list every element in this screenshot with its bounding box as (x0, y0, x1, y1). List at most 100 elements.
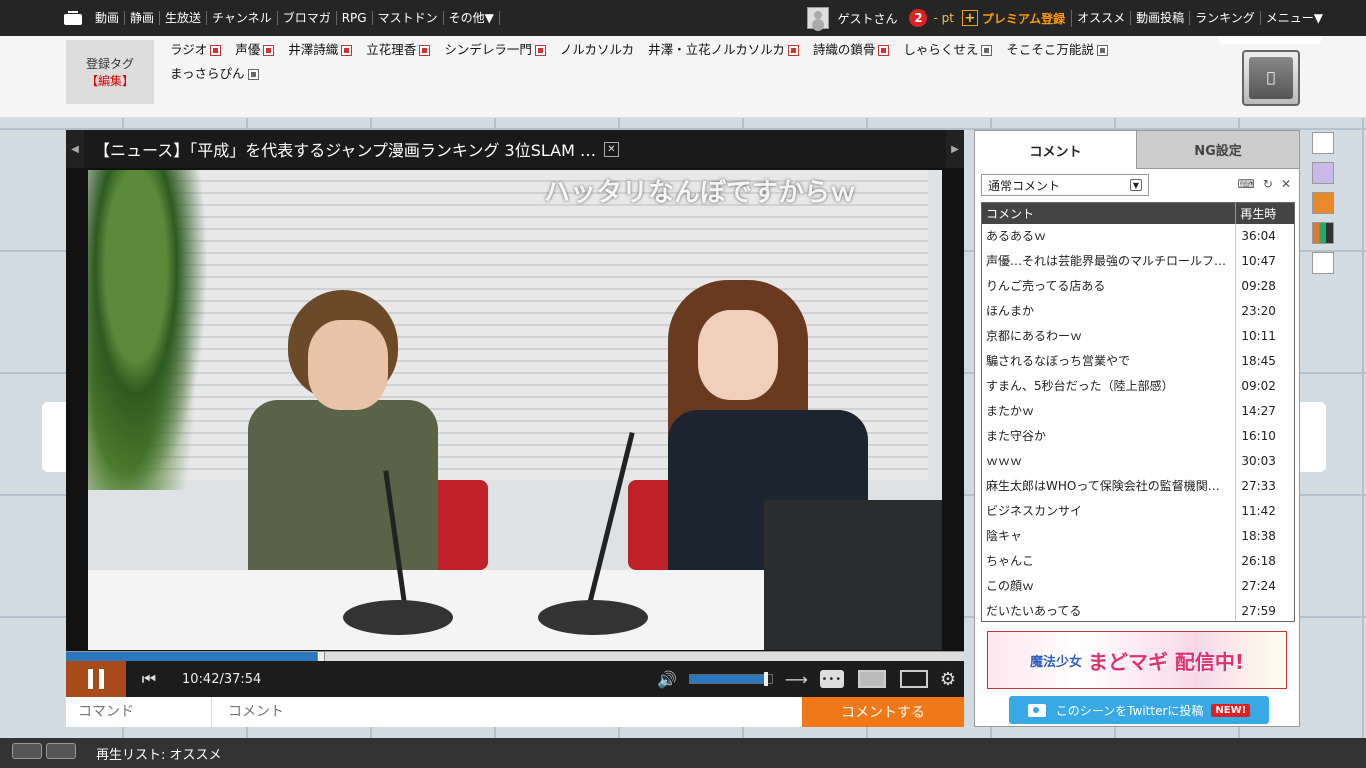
tag-item[interactable]: 井澤詩織 (288, 38, 353, 62)
comment-row[interactable]: ビジネスカンサイ 11:42 (982, 499, 1294, 524)
tag-label[interactable]: 立花理香 (366, 40, 416, 60)
plus-icon[interactable]: + (961, 10, 978, 26)
column-header-time[interactable]: 再生時 (1236, 203, 1294, 224)
nav-link-channel[interactable]: チャンネル (207, 11, 278, 25)
submit-comment-button[interactable]: コメントする (802, 697, 964, 727)
notification-badge[interactable]: 2 (909, 9, 928, 27)
repeat-arrow-icon[interactable]: ⟶ (785, 670, 808, 689)
tab-ng-settings[interactable]: NG設定 (1137, 131, 1299, 169)
tag-item[interactable]: ラジオ (170, 38, 222, 62)
apple-app-button[interactable]:  (1242, 50, 1300, 106)
user-avatar-icon[interactable] (807, 7, 830, 29)
tag-item[interactable]: しゃらくせえ (903, 38, 993, 62)
fullscreen-icon[interactable] (899, 670, 928, 688)
nav-link-recommend[interactable]: オススメ (1072, 11, 1132, 25)
dictionary-icon[interactable] (341, 44, 353, 56)
tag-label[interactable]: シンデレラ一門 (444, 40, 532, 60)
nav-link-menu[interactable]: メニュー▼ (1261, 11, 1328, 25)
user-name[interactable]: ゲストさん (837, 10, 897, 27)
tag-label[interactable]: そこそこ万能説 (1006, 40, 1094, 60)
nav-link-ranking[interactable]: ランキング (1190, 11, 1261, 25)
tag-label[interactable]: ノルカソルカ (560, 40, 634, 60)
comment-row[interactable]: ｗｗｗ 30:03 (982, 449, 1294, 474)
comment-row[interactable]: だいたいあってる 27:59 (982, 599, 1294, 621)
tag-label[interactable]: まっさらぴん (170, 64, 245, 84)
premium-register-link[interactable]: プレミアム登録 (982, 9, 1073, 27)
comment-row[interactable]: この顔ｗ 27:24 (982, 574, 1294, 599)
comment-row[interactable]: 京都にあるわーｗ 10:11 (982, 324, 1294, 349)
screen-size-icon[interactable] (857, 670, 886, 688)
next-news-arrow-icon[interactable]: ▶ (946, 130, 964, 168)
comment-row[interactable]: またかｗ 14:27 (982, 399, 1294, 424)
tag-item[interactable]: まっさらぴん (170, 62, 259, 86)
pause-button[interactable] (66, 661, 126, 697)
settings-gear-icon[interactable]: ⚙ (940, 669, 956, 690)
comment-row[interactable]: りんご売ってる店ある 09:28 (982, 274, 1294, 299)
player-news-title[interactable]: 【ニュース】「平成」を代表するジャンプ漫画ランキング 3位SLAM … (94, 137, 596, 161)
comment-row[interactable]: 騙されるなぼっち営業やで 18:45 (982, 349, 1294, 374)
dictionary-icon[interactable] (419, 44, 431, 56)
tag-label[interactable]: 声優 (235, 40, 260, 60)
refresh-icon[interactable]: ↻ (1263, 177, 1273, 191)
dictionary-icon[interactable] (263, 44, 275, 56)
chevron-down-icon[interactable]: ▼ (1130, 179, 1142, 191)
comment-row[interactable]: 陰キャ 18:38 (982, 524, 1294, 549)
nav-link-live[interactable]: 生放送 (160, 11, 208, 25)
command-input[interactable] (66, 697, 212, 727)
seek-bar[interactable] (66, 651, 964, 662)
dictionary-icon[interactable] (210, 44, 222, 56)
skip-back-icon[interactable]: ⏮ (126, 661, 172, 697)
nav-link-seiga[interactable]: 静画 (125, 11, 161, 25)
playlist-label[interactable]: 再生リスト: オススメ (96, 744, 222, 763)
comment-type-select[interactable]: 通常コメント ▼ (981, 174, 1149, 196)
tab-comment[interactable]: コメント (975, 131, 1137, 169)
nav-link-upload[interactable]: 動画投稿 (1131, 11, 1191, 25)
comment-row[interactable]: ほんまか 23:20 (982, 299, 1294, 324)
dictionary-icon[interactable] (787, 44, 799, 56)
tag-item[interactable]: 声優 (235, 38, 275, 62)
tag-label[interactable]: 詩織の鎖骨 (813, 40, 876, 60)
column-header-comment[interactable]: コメント (982, 203, 1237, 224)
playlist-shuffle-icon[interactable] (12, 743, 82, 763)
volume-handle[interactable] (763, 672, 768, 686)
tag-item[interactable]: 立花理香 (366, 38, 431, 62)
dictionary-icon[interactable] (1096, 44, 1108, 56)
comment-row[interactable]: 声優…それは芸能界最強のマルチロールファ… 10:47 (982, 249, 1294, 274)
tag-item[interactable]: 詩織の鎖骨 (813, 38, 890, 62)
tag-item[interactable]: そこそこ万能説 (1006, 38, 1108, 62)
dictionary-icon[interactable] (981, 44, 993, 56)
nav-link-rpg[interactable]: RPG (337, 11, 373, 25)
mini-page-icon[interactable] (1312, 132, 1334, 154)
nav-link-other[interactable]: その他▼ (444, 11, 500, 25)
mini-blank-icon[interactable] (1312, 252, 1334, 274)
edit-tags-link[interactable]: 【編集】 (86, 72, 134, 89)
comment-input[interactable] (212, 697, 802, 727)
comment-row[interactable]: また守谷か 16:10 (982, 424, 1294, 449)
keyboard-icon[interactable]: ⌨ (1238, 177, 1255, 191)
video-frame[interactable]: ハッタリなんぼですからｗ (88, 170, 942, 650)
mini-thumb-icon[interactable] (1312, 222, 1334, 244)
tag-label[interactable]: 井澤詩織 (288, 40, 338, 60)
tag-label[interactable]: ラジオ (170, 40, 207, 60)
nav-link-mastodon[interactable]: マストドン (373, 11, 444, 25)
close-icon[interactable]: ✕ (603, 141, 619, 157)
comment-row[interactable]: あるあるｗ 36:04 (982, 224, 1294, 249)
dictionary-icon[interactable] (534, 44, 546, 56)
twitter-share-button[interactable]: このシーンをTwitterに投稿 NEW! (1009, 696, 1269, 724)
comment-row[interactable]: 麻生太郎はWHOって保険会社の監督機関と… 27:33 (982, 474, 1294, 499)
tag-item[interactable]: シンデレラ一門 (444, 38, 546, 62)
tag-item[interactable]: ノルカソルカ (560, 38, 634, 62)
dictionary-icon[interactable] (878, 44, 890, 56)
nav-link-blomaga[interactable]: ブロマガ (278, 11, 337, 25)
dictionary-icon[interactable] (247, 68, 259, 80)
tag-label[interactable]: 井澤・立花ノルカソルカ (648, 40, 785, 60)
tag-label[interactable]: しゃらくせえ (903, 40, 978, 60)
comment-toggle-icon[interactable]: ••• (819, 670, 844, 688)
tag-item[interactable]: 井澤・立花ノルカソルカ (648, 38, 799, 62)
comment-row[interactable]: すまん、5秒台だった（陸上部感） 09:02 (982, 374, 1294, 399)
right-side-tab[interactable] (1296, 402, 1326, 472)
niconico-tv-logo-icon[interactable] (64, 11, 82, 25)
prev-news-arrow-icon[interactable]: ◀ (66, 130, 84, 168)
volume-icon[interactable]: 🔊 (657, 670, 677, 689)
nav-link-douga[interactable]: 動画 (90, 11, 126, 25)
